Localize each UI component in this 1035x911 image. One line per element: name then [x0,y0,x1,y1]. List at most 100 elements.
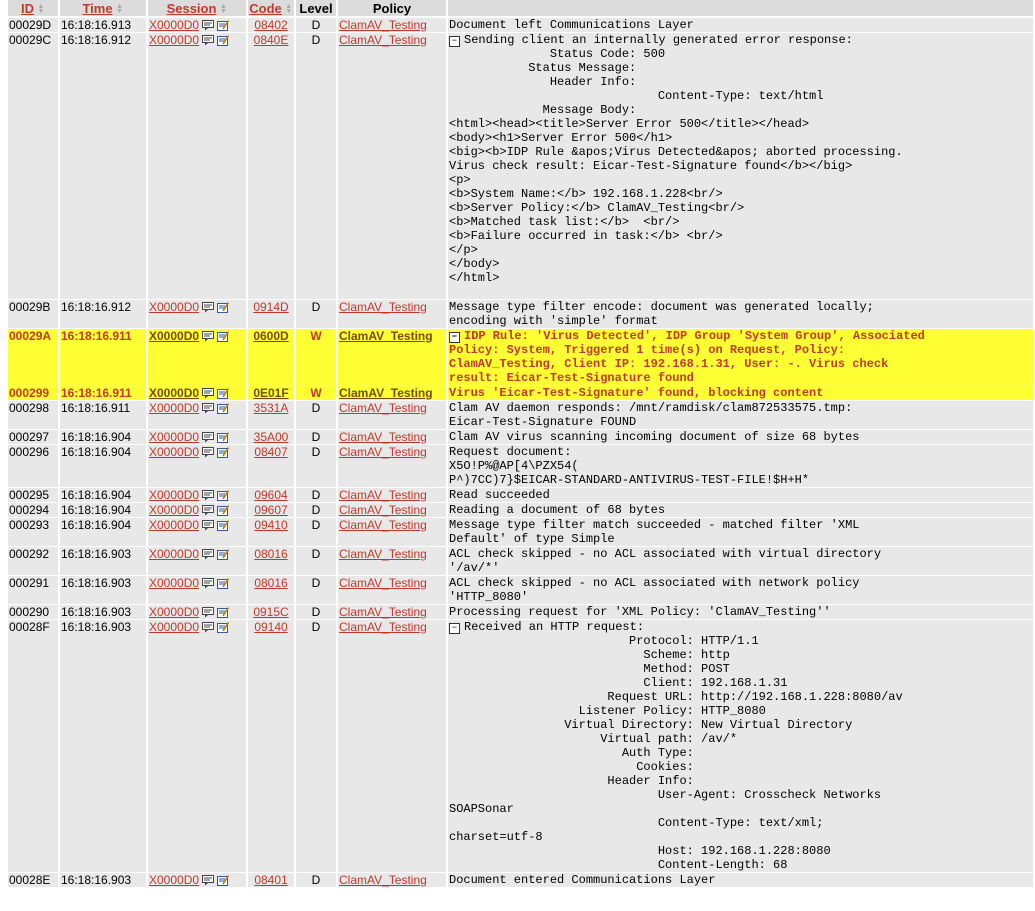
policy-link[interactable]: ClamAV_Testing [339,445,427,459]
edit-note-icon[interactable] [217,578,230,589]
edit-note-icon[interactable] [217,549,230,560]
session-link[interactable]: X0000D0 [149,401,199,415]
policy-link[interactable]: ClamAV_Testing [339,18,427,32]
comment-icon[interactable] [202,505,215,516]
comment-icon[interactable] [202,520,215,531]
comment-icon[interactable] [202,403,215,414]
comment-icon[interactable] [202,578,215,589]
edit-note-icon[interactable] [217,622,230,633]
session-link[interactable]: X0000D0 [149,547,199,561]
row-time: 16:18:16.903 [60,546,146,575]
edit-note-icon[interactable] [217,505,230,516]
comment-icon[interactable] [202,331,215,342]
policy-link[interactable]: ClamAV_Testing [339,518,427,532]
code-link[interactable]: 35A00 [254,430,289,444]
comment-icon[interactable] [202,302,215,313]
code-link[interactable]: 3531A [254,401,289,415]
session-link[interactable]: X0000D0 [149,873,199,887]
code-link[interactable]: 08402 [254,18,287,32]
code-link[interactable]: 08407 [254,445,287,459]
policy-link[interactable]: ClamAV_Testing [339,386,433,400]
message-text: Message type filter match succeeded - ma… [449,518,860,546]
sort-by-time-link[interactable]: Time [82,1,112,16]
edit-note-icon[interactable] [217,20,230,31]
code-link[interactable]: 09140 [254,620,287,634]
row-time: 16:18:16.904 [60,429,146,444]
code-link[interactable]: 0600D [253,329,288,343]
edit-note-icon[interactable] [217,388,230,399]
sort-by-id-link[interactable]: ID [21,1,34,16]
edit-note-icon[interactable] [217,35,230,46]
session-link[interactable]: X0000D0 [149,386,199,400]
session-link[interactable]: X0000D0 [149,445,199,459]
edit-note-icon[interactable] [217,403,230,414]
code-link[interactable]: 09607 [254,503,287,517]
column-header-time[interactable]: Time ▲ ▼ [60,0,146,17]
session-link[interactable]: X0000D0 [149,576,199,590]
row-code-cell: 08016 [248,546,294,575]
comment-icon[interactable] [202,447,215,458]
edit-note-icon[interactable] [217,875,230,886]
row-session-cell: X0000D0 [148,32,246,299]
code-link[interactable]: 09604 [254,488,287,502]
edit-note-icon[interactable] [217,447,230,458]
comment-icon[interactable] [202,607,215,618]
row-level: D [296,32,336,299]
comment-icon[interactable] [202,549,215,560]
comment-icon[interactable] [202,622,215,633]
edit-note-icon[interactable] [217,331,230,342]
policy-link[interactable]: ClamAV_Testing [339,430,427,444]
session-link[interactable]: X0000D0 [149,300,199,314]
collapse-toggle-icon[interactable]: − [449,623,460,634]
collapse-toggle-icon[interactable]: − [449,332,460,343]
row-id: 00028F [8,619,58,872]
comment-icon[interactable] [202,35,215,46]
sort-by-code-link[interactable]: Code [249,1,282,16]
policy-link[interactable]: ClamAV_Testing [339,401,427,415]
row-session-cell: X0000D0 [148,299,246,328]
edit-note-icon[interactable] [217,607,230,618]
edit-note-icon[interactable] [217,302,230,313]
edit-note-icon[interactable] [217,520,230,531]
session-link[interactable]: X0000D0 [149,620,199,634]
row-id: 000296 [8,444,58,487]
policy-link[interactable]: ClamAV_Testing [339,503,427,517]
edit-note-icon[interactable] [217,490,230,501]
session-link[interactable]: X0000D0 [149,518,199,532]
session-link[interactable]: X0000D0 [149,33,199,47]
code-link[interactable]: 0915C [253,605,288,619]
policy-link[interactable]: ClamAV_Testing [339,329,433,343]
policy-link[interactable]: ClamAV_Testing [339,576,427,590]
code-link[interactable]: 09410 [254,518,287,532]
comment-icon[interactable] [202,388,215,399]
policy-link[interactable]: ClamAV_Testing [339,33,427,47]
column-header-id[interactable]: ID ▲ ▼ [8,0,58,17]
code-link[interactable]: 08401 [254,873,287,887]
session-link[interactable]: X0000D0 [149,488,199,502]
code-link[interactable]: 08016 [254,576,287,590]
policy-link[interactable]: ClamAV_Testing [339,605,427,619]
session-link[interactable]: X0000D0 [149,18,199,32]
edit-note-icon[interactable] [217,432,230,443]
session-link[interactable]: X0000D0 [149,503,199,517]
session-link[interactable]: X0000D0 [149,430,199,444]
comment-icon[interactable] [202,875,215,886]
policy-link[interactable]: ClamAV_Testing [339,547,427,561]
comment-icon[interactable] [202,432,215,443]
policy-link[interactable]: ClamAV_Testing [339,620,427,634]
code-link[interactable]: 0914D [253,300,288,314]
session-link[interactable]: X0000D0 [149,605,199,619]
code-link[interactable]: 0E01F [253,386,288,400]
policy-link[interactable]: ClamAV_Testing [339,873,427,887]
comment-icon[interactable] [202,20,215,31]
comment-icon[interactable] [202,490,215,501]
code-link[interactable]: 08016 [254,547,287,561]
session-link[interactable]: X0000D0 [149,329,199,343]
column-header-session[interactable]: Session ▲ ▼ [148,0,246,17]
column-header-code[interactable]: Code ▲ ▼ [248,0,294,17]
collapse-toggle-icon[interactable]: − [449,36,460,47]
policy-link[interactable]: ClamAV_Testing [339,488,427,502]
policy-link[interactable]: ClamAV_Testing [339,300,427,314]
code-link[interactable]: 0840E [254,33,289,47]
sort-by-session-link[interactable]: Session [167,1,217,16]
